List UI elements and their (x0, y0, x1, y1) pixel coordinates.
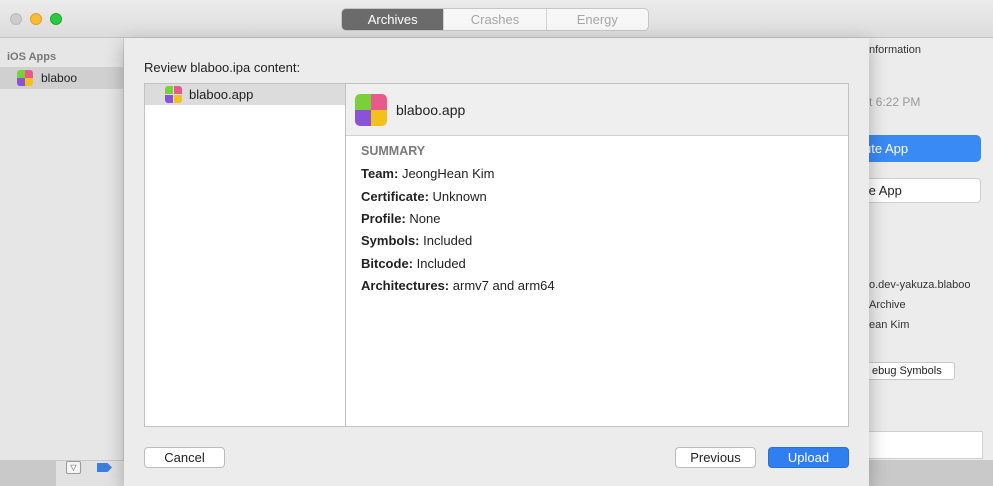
summary-row-team: Team: JeongHean Kim (361, 166, 494, 181)
review-content-sheet: Review blaboo.ipa content: blaboo.app bl… (124, 38, 869, 486)
upload-button[interactable]: Upload (768, 447, 849, 468)
inspector-tab-information[interactable]: nformation (869, 44, 921, 56)
summary-row-certificate: Certificate: Unknown (361, 189, 487, 204)
archive-date: t 6:22 PM (869, 95, 921, 109)
previous-button[interactable]: Previous (675, 447, 756, 468)
app-icon (165, 86, 182, 103)
summary-key: Architectures: (361, 278, 450, 293)
summary-key: Bitcode: (361, 256, 413, 271)
app-icon (355, 93, 387, 126)
team-name: ean Kim (869, 319, 910, 331)
summary-value: None (409, 211, 441, 226)
detail-header-title: blaboo.app (396, 101, 466, 118)
sidebar: iOS Apps blaboo (0, 38, 124, 460)
summary-heading: SUMMARY (361, 144, 426, 158)
summary-row-symbols: Symbols: Included (361, 233, 472, 248)
minimize-window-button[interactable] (30, 13, 42, 25)
bundle-identifier: o.dev-yakuza.blaboo (869, 279, 971, 291)
tab-energy[interactable]: Energy (547, 9, 648, 30)
list-item[interactable]: blaboo.app (145, 84, 346, 105)
archive-type: Archive (869, 299, 906, 311)
summary-row-profile: Profile: None (361, 211, 441, 226)
window-titlebar: Archives Crashes Energy (0, 0, 993, 38)
sidebar-item-blaboo[interactable]: blaboo (0, 67, 124, 89)
download-debug-symbols-button[interactable]: ebug Symbols (857, 362, 955, 380)
summary-key: Team: (361, 166, 399, 181)
summary-row-bitcode: Bitcode: Included (361, 256, 466, 271)
summary-value: Included (416, 256, 466, 271)
content-list: blaboo.app (144, 83, 346, 427)
filter-dropdown-icon[interactable]: ▽ (66, 461, 81, 474)
summary-key: Certificate: (361, 189, 429, 204)
organizer-segmented-control: Archives Crashes Energy (341, 8, 649, 31)
list-item-label: blaboo.app (189, 87, 254, 102)
summary-value: Unknown (432, 189, 487, 204)
detail-header: blaboo.app (346, 84, 848, 136)
summary-key: Symbols: (361, 233, 420, 248)
content-detail-pane: blaboo.app SUMMARY Team: JeongHean Kim C… (345, 83, 849, 427)
summary-value: armv7 and arm64 (452, 278, 555, 293)
tag-icon[interactable] (97, 463, 112, 472)
description-field[interactable] (853, 431, 983, 459)
summary-value: Included (423, 233, 473, 248)
summary-row-architectures: Architectures: armv7 and arm64 (361, 278, 555, 293)
sheet-title: Review blaboo.ipa content: (144, 60, 301, 75)
tab-crashes[interactable]: Crashes (444, 9, 547, 30)
summary-key: Profile: (361, 211, 406, 226)
close-window-button[interactable] (10, 13, 22, 25)
zoom-window-button[interactable] (50, 13, 62, 25)
sidebar-item-label: blaboo (41, 71, 78, 85)
cancel-button[interactable]: Cancel (144, 447, 225, 468)
summary-value: JeongHean Kim (401, 166, 495, 181)
app-icon (17, 70, 33, 86)
sidebar-section-header: iOS Apps (7, 51, 57, 63)
tab-archives[interactable]: Archives (342, 9, 445, 30)
inspector-panel: nformation t 6:22 PM ute App te App o.de… (849, 38, 993, 460)
